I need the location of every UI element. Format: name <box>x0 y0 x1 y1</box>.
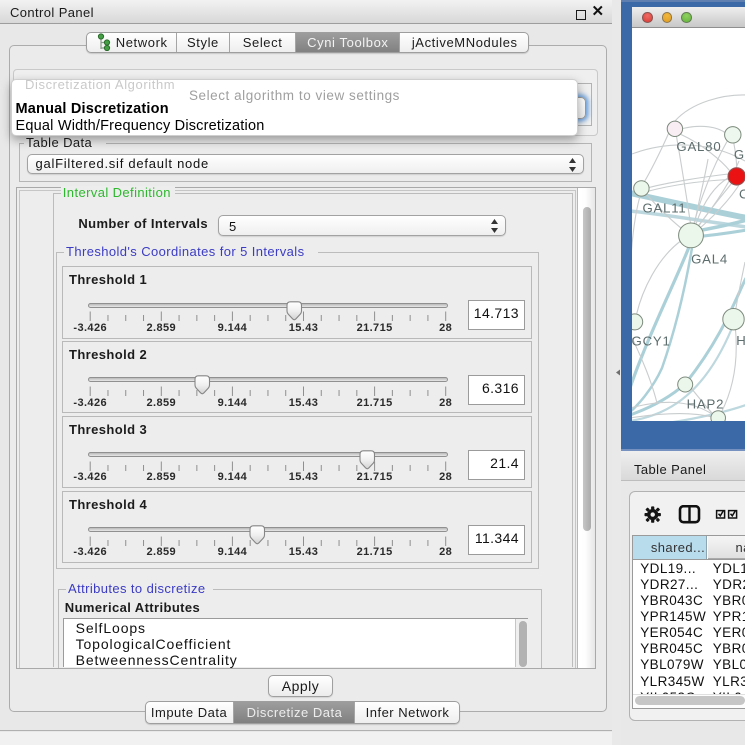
svg-text:GAL: GAL <box>734 147 745 162</box>
svg-text:GAL4: GAL4 <box>691 252 728 267</box>
svg-text:C: C <box>739 187 745 202</box>
svg-text:GAL80: GAL80 <box>676 140 721 155</box>
svg-text:GAL11: GAL11 <box>642 201 686 216</box>
svg-text:GCY1: GCY1 <box>632 334 671 349</box>
svg-text:H: H <box>736 333 745 348</box>
svg-text:HAP2: HAP2 <box>686 397 724 412</box>
